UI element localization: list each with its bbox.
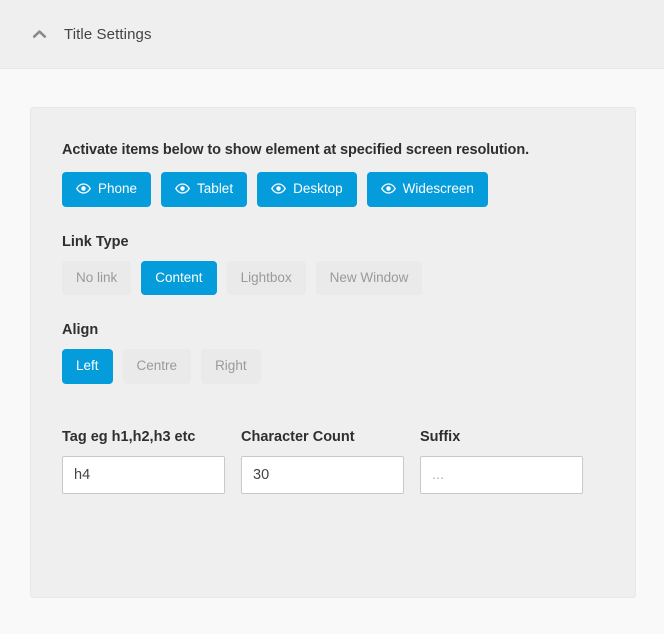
align-button-group: Left Centre Right [62, 349, 605, 384]
eye-icon [380, 183, 396, 194]
tag-input[interactable] [62, 455, 225, 494]
resolution-button-widescreen[interactable]: Widescreen [366, 172, 488, 207]
suffix-field-label: Suffix [420, 428, 461, 445]
character-count-field-group: Character Count [241, 429, 404, 494]
tag-field-group: Tag eg h1,h2,h3 etc [62, 429, 225, 494]
suffix-input[interactable] [420, 455, 583, 494]
align-section: Align Left Centre Right [62, 322, 605, 384]
link-type-option-content[interactable]: Content [141, 260, 217, 295]
align-option-right[interactable]: Right [201, 349, 261, 384]
panel-body: Activate items below to show element at … [0, 69, 664, 634]
eye-icon [175, 183, 191, 194]
resolution-button-label: Phone [98, 181, 138, 196]
align-option-centre[interactable]: Centre [122, 349, 192, 384]
resolution-button-tablet[interactable]: Tablet [161, 172, 248, 207]
character-count-field-label: Character Count [241, 428, 355, 445]
page-title: Title Settings [64, 25, 152, 43]
link-type-button-group: No link Content Lightbox New Window [62, 260, 605, 295]
panel-header: Title Settings [0, 0, 664, 69]
resolution-button-phone[interactable]: Phone [62, 172, 152, 207]
resolution-button-label: Widescreen [402, 181, 474, 196]
link-type-option-lightbox[interactable]: Lightbox [226, 260, 306, 295]
link-type-section: Link Type No link Content Lightbox New W… [62, 233, 605, 295]
tag-field-label: Tag eg h1,h2,h3 etc [62, 428, 196, 445]
settings-card: Activate items below to show element at … [30, 107, 636, 598]
chevron-up-icon [32, 29, 46, 38]
align-label: Align [62, 322, 99, 338]
character-count-input[interactable] [241, 455, 404, 494]
activate-items-help-text: Activate items below to show element at … [62, 142, 529, 158]
resolution-button-label: Desktop [293, 181, 343, 196]
eye-icon [271, 183, 287, 194]
align-option-left[interactable]: Left [62, 349, 113, 384]
collapse-toggle-button[interactable] [26, 21, 52, 47]
resolution-button-label: Tablet [197, 181, 234, 196]
link-type-option-no-link[interactable]: No link [62, 260, 132, 295]
field-row: Tag eg h1,h2,h3 etc Character Count Suff… [62, 429, 605, 494]
eye-icon [76, 183, 91, 194]
resolution-button-desktop[interactable]: Desktop [257, 172, 357, 207]
link-type-option-new-window[interactable]: New Window [315, 260, 423, 295]
link-type-label: Link Type [62, 233, 129, 250]
suffix-field-group: Suffix [420, 429, 583, 494]
resolution-toggle-group: Phone Tablet Desktop Widescreen [62, 172, 605, 207]
